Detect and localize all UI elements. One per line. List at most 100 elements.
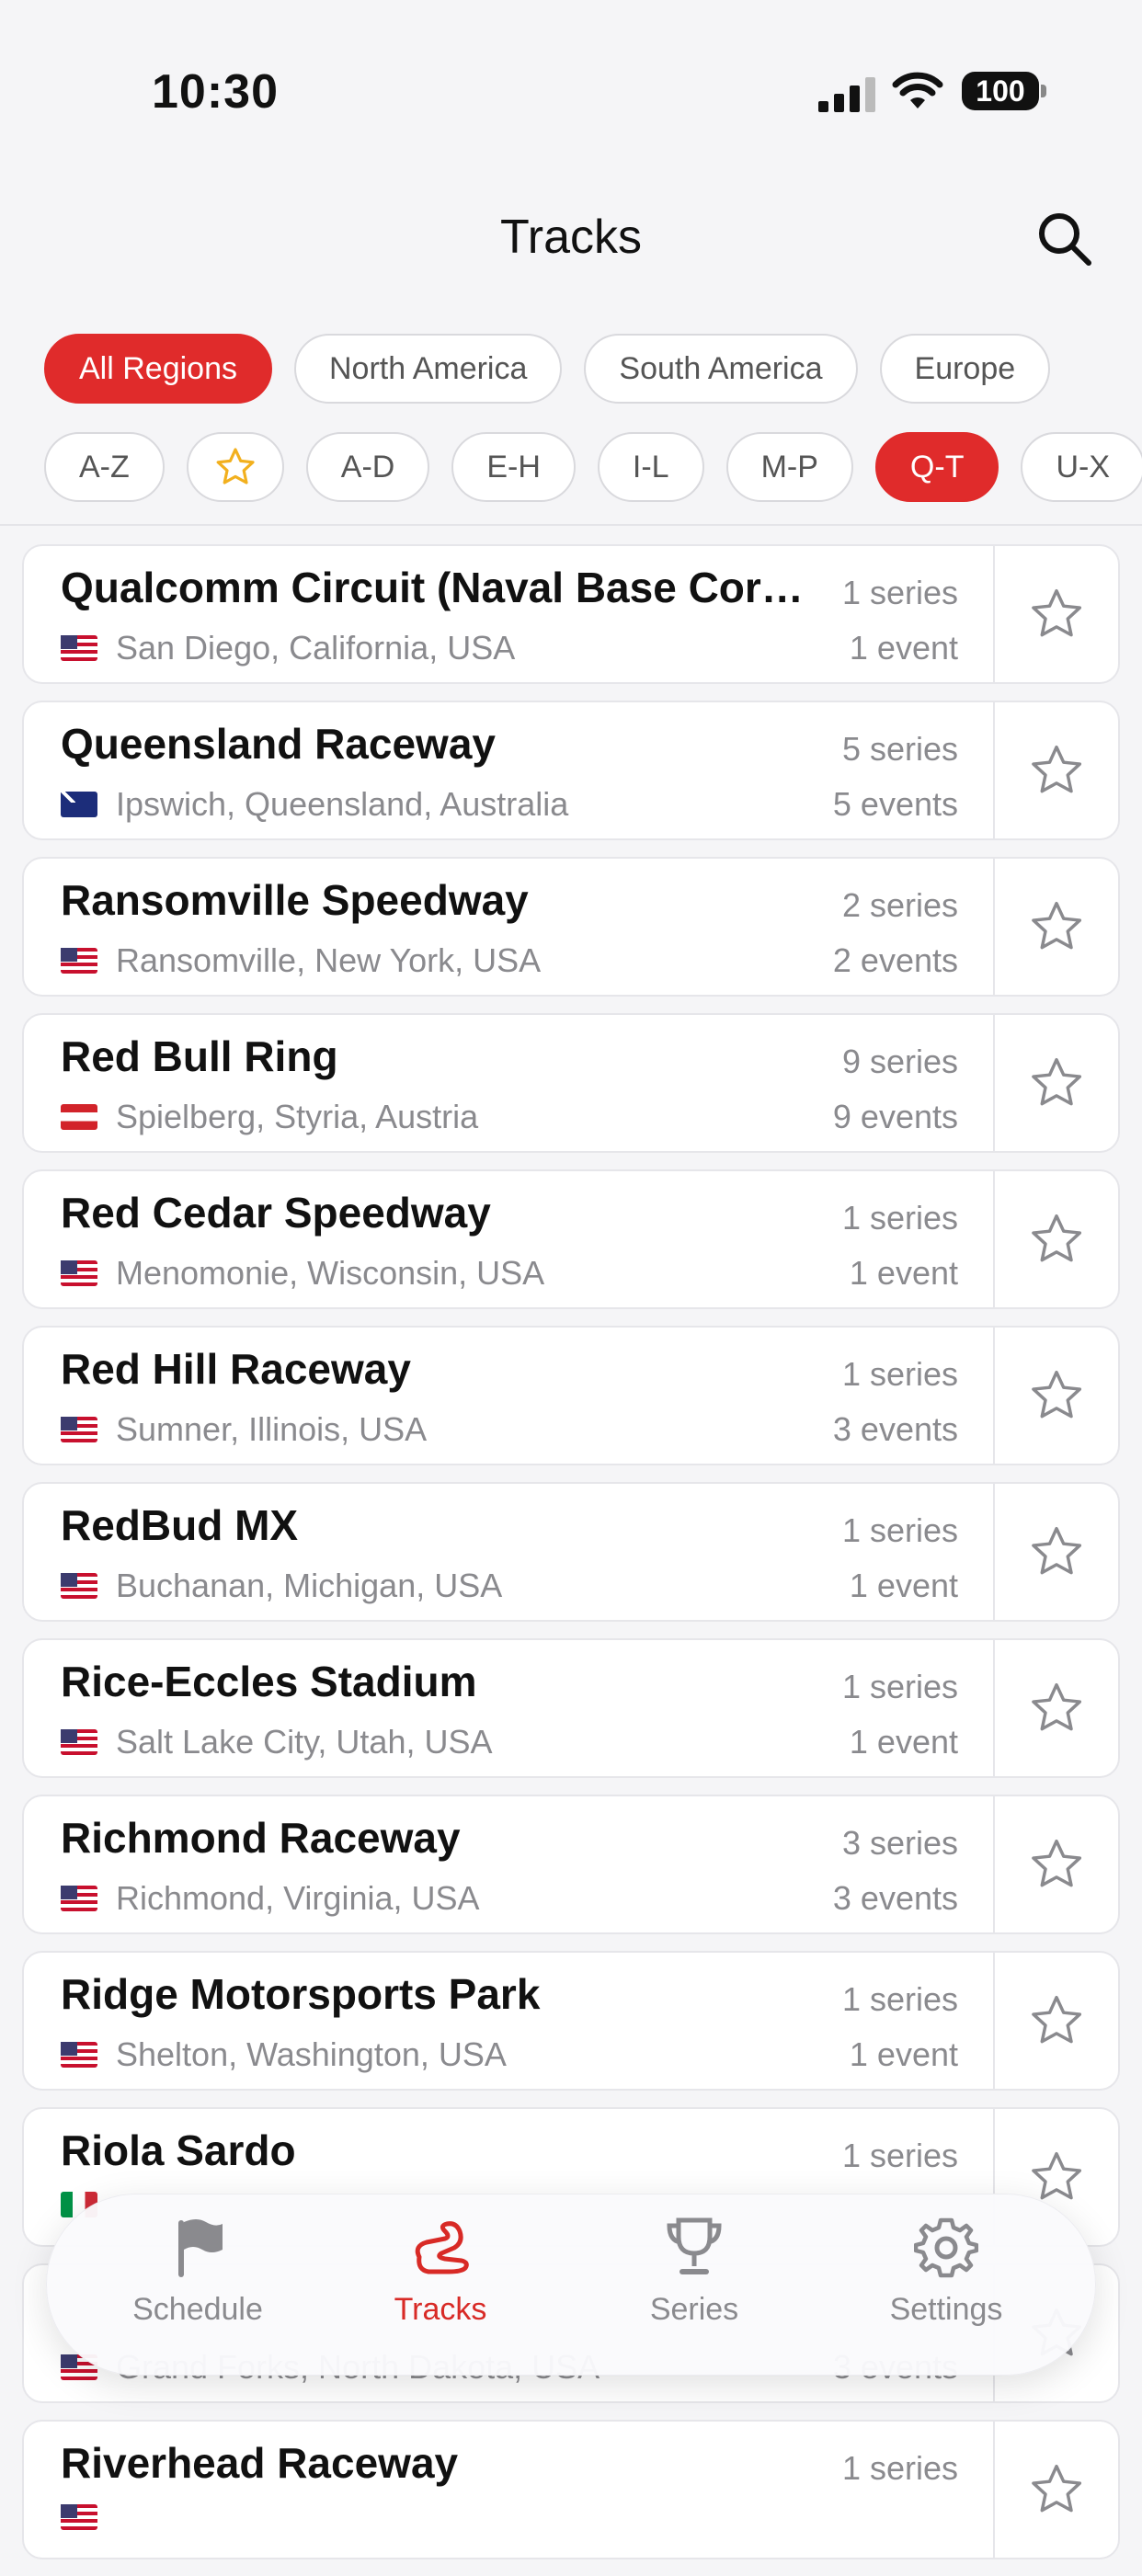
star-icon xyxy=(1032,1214,1082,1262)
tab-label: Tracks xyxy=(394,2292,487,2327)
event-count: 1 event xyxy=(849,1723,958,1761)
region-chip[interactable]: South America xyxy=(584,334,858,404)
favorite-button[interactable] xyxy=(995,546,1118,682)
track-name: Riverhead Raceway xyxy=(61,2439,459,2487)
flag-icon xyxy=(61,1573,97,1599)
star-icon xyxy=(1032,745,1082,793)
track-row[interactable]: Richmond Raceway Richmond, Virginia, USA 3… xyxy=(22,1795,1120,1934)
favorite-button[interactable] xyxy=(995,1796,1118,1932)
track-row[interactable]: Ransomville Speedway Ransomville, New Yor… xyxy=(22,857,1120,997)
track-name: Ridge Motorsports Park xyxy=(61,1970,541,2018)
tab-settings[interactable]: Settings xyxy=(845,2215,1047,2353)
series-count: 3 series xyxy=(841,1824,958,1862)
event-count: 1 event xyxy=(849,1254,958,1292)
track-location: Salt Lake City, Utah, USA xyxy=(61,1723,493,1761)
event-count: 1 event xyxy=(849,2035,958,2073)
series-count: 1 series xyxy=(841,1511,958,1549)
track-name: RedBud MX xyxy=(61,1501,299,1549)
region-chip[interactable]: All Regions xyxy=(44,334,272,404)
event-count: 9 events xyxy=(832,1098,958,1135)
letter-chip[interactable]: I-L xyxy=(597,432,704,502)
series-count: 1 series xyxy=(841,1199,958,1237)
track-name: Riola Sardo xyxy=(61,2126,296,2174)
track-location: Ransomville, New York, USA xyxy=(61,941,541,980)
letter-chip[interactable]: M-P xyxy=(725,432,853,502)
letter-chip[interactable]: E-H xyxy=(451,432,576,502)
location-text: Spielberg, Styria, Austria xyxy=(116,1098,479,1135)
location-text: Salt Lake City, Utah, USA xyxy=(116,1723,493,1761)
flag-icon xyxy=(61,635,97,661)
track-row[interactable]: Red Cedar Speedway Menomonie, Wisconsin, … xyxy=(22,1169,1120,1309)
star-icon xyxy=(1032,901,1082,950)
letter-chip[interactable]: A-Z xyxy=(44,432,165,502)
location-text: Ipswich, Queensland, Australia xyxy=(116,785,569,823)
track-location: Shelton, Washington, USA xyxy=(61,2035,507,2074)
search-icon[interactable] xyxy=(1034,208,1094,268)
flag-icon xyxy=(61,948,97,974)
track-name: Rice-Eccles Stadium xyxy=(61,1658,477,1705)
event-count: 5 events xyxy=(832,785,958,823)
favorite-button[interactable] xyxy=(995,1015,1118,1151)
track-name: Ransomville Speedway xyxy=(61,876,529,924)
tab-label: Settings xyxy=(889,2292,1003,2327)
series-count: 1 series xyxy=(841,1980,958,2018)
favorite-button[interactable] xyxy=(995,1328,1118,1464)
favorite-button[interactable] xyxy=(995,1171,1118,1307)
track-location: Menomonie, Wisconsin, USA xyxy=(61,1254,544,1293)
track-location: Ipswich, Queensland, Australia xyxy=(61,785,568,824)
trophy-icon xyxy=(667,2217,722,2274)
letter-chip[interactable]: U-X xyxy=(1021,432,1142,502)
location-text: Shelton, Washington, USA xyxy=(116,2035,507,2073)
star-icon xyxy=(216,448,255,484)
track-row[interactable]: Red Hill Raceway Sumner, Illinois, USA 1 s… xyxy=(22,1326,1120,1465)
region-chip[interactable]: North America xyxy=(293,334,563,404)
flag-icon xyxy=(61,1729,97,1755)
track-row[interactable]: RedBud MX Buchanan, Michigan, USA 1 series… xyxy=(22,1482,1120,1622)
letter-chip[interactable]: Q-T xyxy=(874,432,999,502)
location-text: Menomonie, Wisconsin, USA xyxy=(116,1254,545,1292)
letter-chip[interactable]: A-D xyxy=(305,432,430,502)
tab-series[interactable]: Series xyxy=(593,2215,795,2353)
tab-tracks[interactable]: Tracks xyxy=(339,2215,542,2353)
series-count: 2 series xyxy=(841,886,958,924)
series-count: 1 series xyxy=(841,1355,958,1393)
star-icon xyxy=(1032,588,1082,637)
event-count: 1 event xyxy=(849,1567,958,1604)
favorites-chip[interactable] xyxy=(186,432,284,502)
tab-label: Series xyxy=(649,2292,739,2327)
favorite-button[interactable] xyxy=(995,2422,1118,2558)
star-icon xyxy=(1032,2464,1082,2513)
favorite-button[interactable] xyxy=(995,702,1118,838)
cellular-signal-icon xyxy=(818,77,875,112)
track-row[interactable]: Ridge Motorsports Park Shelton, Washingto… xyxy=(22,1951,1120,2091)
location-text: Richmond, Virginia, USA xyxy=(116,1879,480,1917)
location-text: Sumner, Illinois, USA xyxy=(116,1410,428,1448)
favorite-button[interactable] xyxy=(995,1640,1118,1776)
track-location: Buchanan, Michigan, USA xyxy=(61,1567,502,1605)
track-row[interactable]: Rice-Eccles Stadium Salt Lake City, Utah,… xyxy=(22,1638,1120,1778)
track-location: Richmond, Virginia, USA xyxy=(61,1879,480,1918)
track-row[interactable]: Red Bull Ring Spielberg, Styria, Austria 9… xyxy=(22,1013,1120,1153)
location-text: Buchanan, Michigan, USA xyxy=(116,1567,503,1604)
tab-schedule[interactable]: Schedule xyxy=(97,2215,299,2353)
series-count: 1 series xyxy=(841,1668,958,1705)
track-row[interactable]: Qualcomm Circuit (Naval Base Coronado) Sa… xyxy=(22,544,1120,684)
track-name: Red Cedar Speedway xyxy=(61,1189,491,1237)
star-icon xyxy=(1032,2151,1082,2200)
star-icon xyxy=(1032,1370,1082,1419)
region-filter-row: All Regions North America South America Eur… xyxy=(44,334,1051,404)
location-text: Ransomville, New York, USA xyxy=(116,941,542,979)
flag-icon xyxy=(61,1417,97,1442)
favorite-button[interactable] xyxy=(995,1484,1118,1620)
event-count: 3 events xyxy=(832,1410,958,1448)
track-location xyxy=(61,2504,116,2530)
track-row[interactable]: Riverhead Raceway 1 series xyxy=(22,2420,1120,2559)
favorite-button[interactable] xyxy=(995,1953,1118,2089)
series-count: 1 series xyxy=(841,2449,958,2487)
star-icon xyxy=(1032,1682,1082,1731)
flag-icon xyxy=(178,2219,223,2277)
track-row[interactable]: Queensland Raceway Ipswich, Queensland, A… xyxy=(22,701,1120,840)
region-chip[interactable]: Europe xyxy=(879,334,1051,404)
favorite-button[interactable] xyxy=(995,859,1118,995)
star-icon xyxy=(1032,1526,1082,1575)
